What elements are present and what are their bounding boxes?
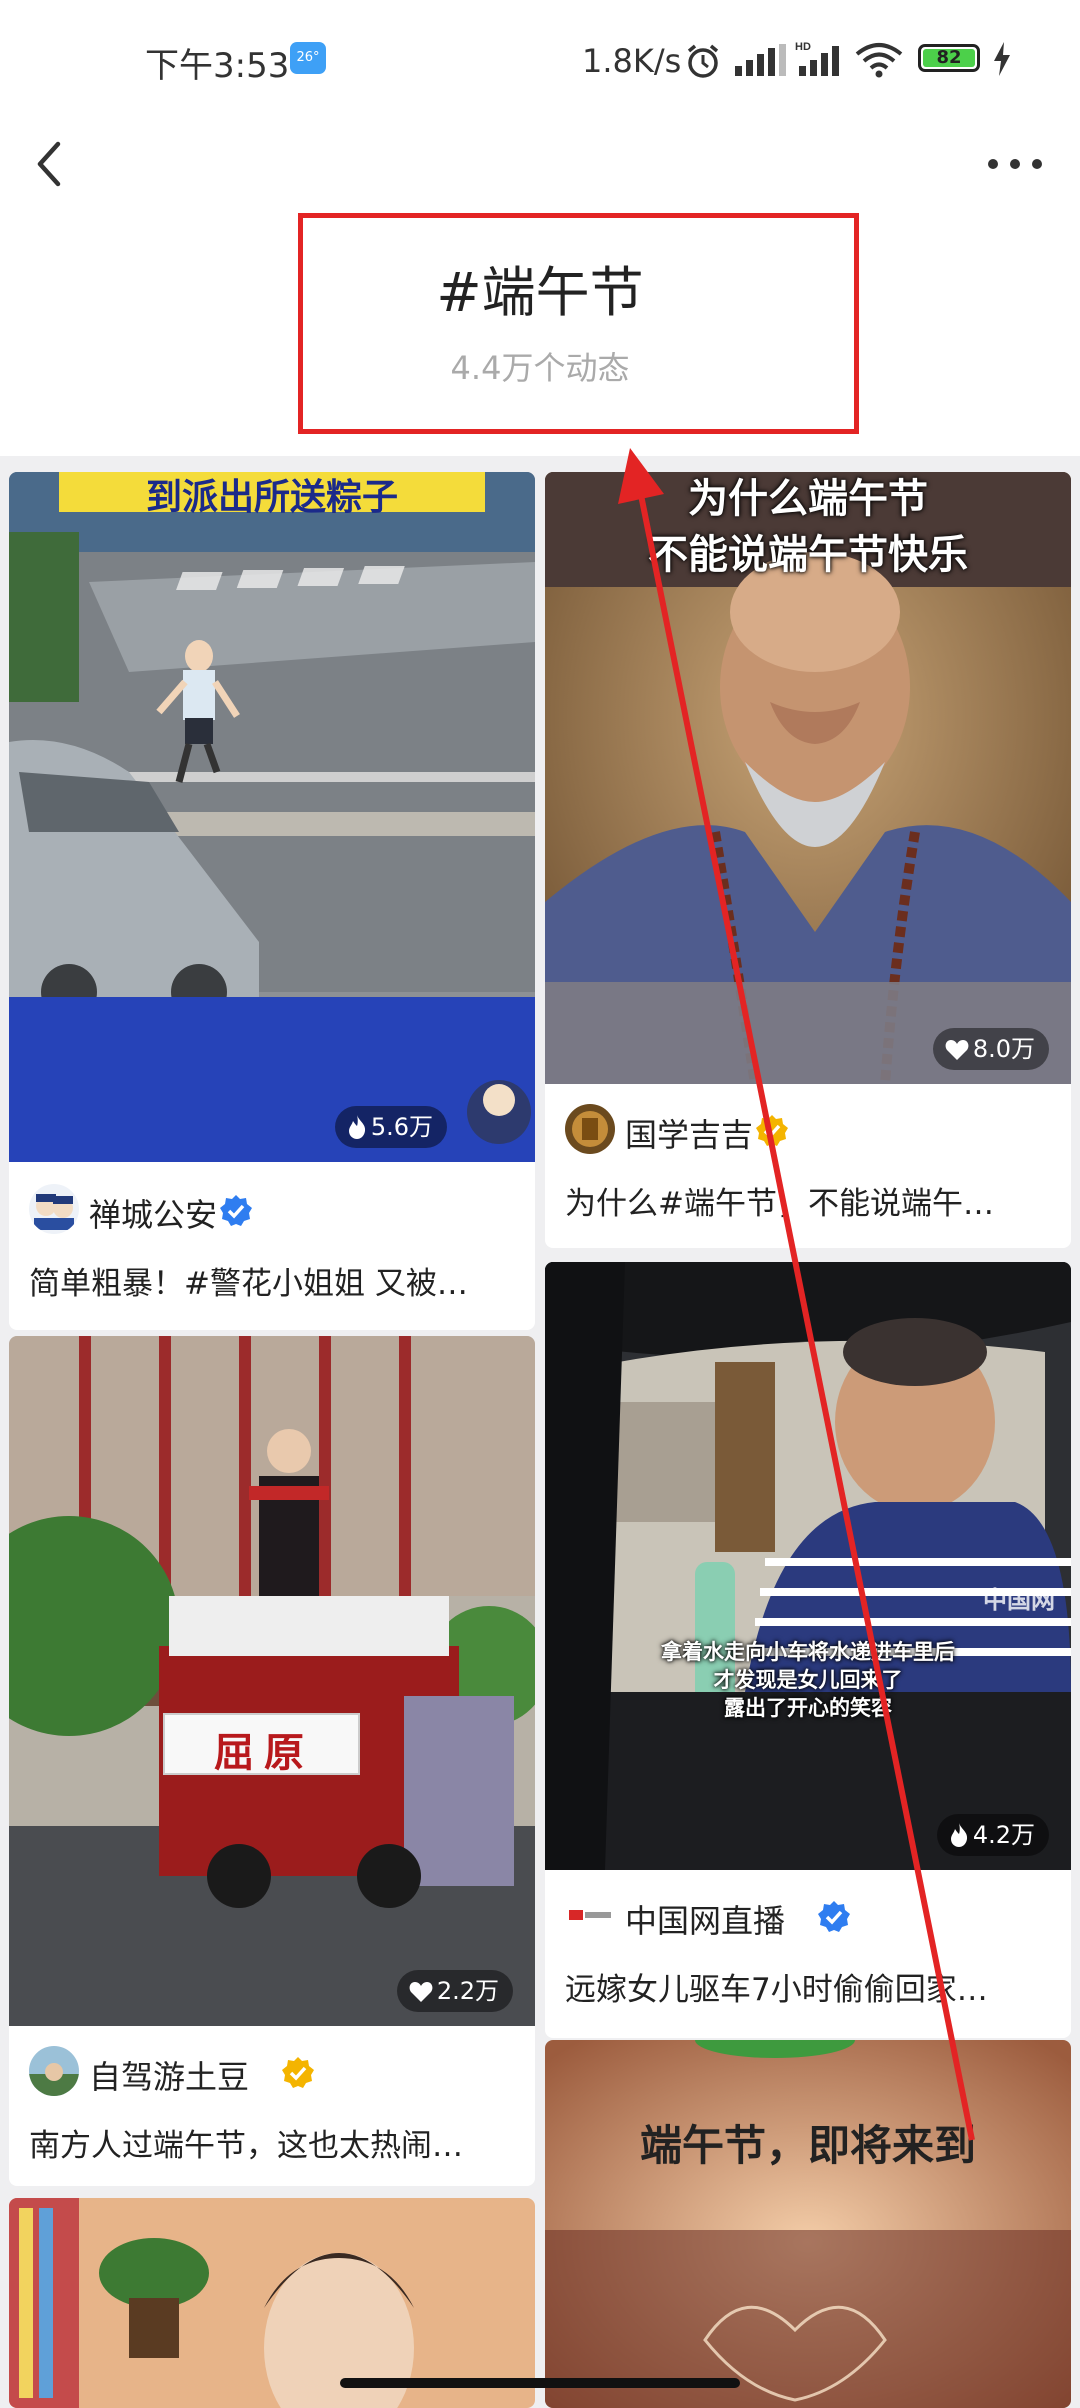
signal-hd-icon: HD (795, 41, 839, 76)
signal-icon (735, 44, 786, 76)
nav-bar (0, 120, 1080, 208)
svg-text:HD: HD (795, 41, 811, 53)
post-card[interactable]: 为什么端午节 不能说端午节快乐 8.0万 国学吉吉 为什么#端午节，不能说端午… (545, 472, 1071, 1248)
post-thumbnail-image (545, 1262, 1071, 1870)
topic-header: #端午节 4.4万个动态 (0, 208, 1080, 456)
post-card[interactable]: 拿着水走向小车将水递进车里后 才发现是女儿回来了 露出了开心的笑容 中国网 4.… (545, 1262, 1071, 2038)
like-count: 8.0万 (972, 1035, 1035, 1063)
post-description[interactable]: 远嫁女儿驱车7小时偷偷回家… (565, 1964, 1051, 2009)
heart-icon (409, 1982, 433, 2002)
post-thumbnail-image (9, 472, 535, 1162)
topic-title: #端午节 (436, 261, 644, 324)
author-name[interactable]: 禅城公安 (89, 1190, 217, 1236)
vehicle-sign: 屈原 (214, 1730, 314, 1776)
author-name[interactable]: 国学吉吉 (625, 1110, 753, 1156)
post-thumbnail[interactable]: 为什么端午节 不能说端午节快乐 8.0万 (545, 472, 1071, 1084)
author-avatar[interactable] (29, 2046, 79, 2096)
post-card[interactable]: 屈原 2.2万 自驾游土豆 南方人过端午节，这也太热闹… (9, 1336, 535, 2186)
alarm-icon (687, 44, 719, 78)
verified-badge-icon (756, 1115, 788, 1146)
post-banner-line1: 为什么端午节 (688, 476, 928, 522)
post-card[interactable] (9, 2198, 535, 2408)
verified-badge-icon (818, 1901, 850, 1932)
post-card[interactable]: 端午节，即将来到 (545, 2040, 1071, 2408)
post-thumbnail-image (9, 2198, 535, 2408)
like-count: 5.6万 (370, 1113, 433, 1141)
network-speed: 1.8K/s (582, 42, 682, 80)
flame-icon (348, 1115, 365, 1139)
post-banner-text: 到派出所送粽子 (145, 477, 398, 518)
post-description[interactable]: 南方人过端午节，这也太热闹… (29, 2120, 515, 2165)
like-count-badge: 4.2万 (936, 1814, 1049, 1856)
like-count-badge: 2.2万 (396, 1970, 513, 2012)
battery-level: 82 (923, 49, 975, 67)
author-avatar[interactable] (565, 1104, 615, 1154)
post-description[interactable]: 简单粗暴！#警花小姐姐 又被… (29, 1258, 515, 1303)
post-banner-text: 端午节，即将来到 (639, 2121, 976, 2170)
author-avatar[interactable] (29, 1184, 79, 1234)
weather-icon: 26° (290, 42, 326, 74)
back-arrow-icon[interactable] (28, 124, 88, 204)
like-count-badge: 5.6万 (334, 1106, 447, 1148)
post-thumbnail[interactable]: 到派出所送粽子 5.6万 (9, 472, 535, 1162)
status-time: 下午3:53 (145, 46, 290, 86)
author-avatar[interactable] (565, 1890, 615, 1940)
video-subtitle-line2: 才发现是女儿回来了 (713, 1668, 903, 1692)
watermark: 中国网 (983, 1586, 1055, 1614)
post-thumbnail[interactable]: 拿着水走向小车将水递进车里后 才发现是女儿回来了 露出了开心的笑容 中国网 4.… (545, 1262, 1071, 1870)
status-bar: 下午3:53 26° 1.8K/s HD 82 (0, 0, 1080, 120)
charging-icon (994, 42, 1010, 76)
post-card[interactable]: 到派出所送粽子 5.6万 禅城公安 简单粗暴！#警花小姐姐 又被… (9, 472, 535, 1330)
heart-icon (945, 1040, 969, 1060)
verified-badge-icon (220, 1195, 252, 1226)
post-thumbnail[interactable]: 屈原 2.2万 (9, 1336, 535, 2026)
video-subtitle-line3: 露出了开心的笑容 (724, 1696, 892, 1720)
flame-icon (950, 1823, 967, 1847)
author-name[interactable]: 自驾游土豆 (89, 2052, 249, 2098)
post-thumbnail-image (545, 2040, 1071, 2408)
post-thumbnail-image (9, 1336, 535, 2026)
home-indicator[interactable] (340, 2378, 740, 2388)
author-name[interactable]: 中国网直播 (625, 1896, 785, 1942)
like-count: 4.2万 (972, 1821, 1035, 1849)
post-thumbnail[interactable]: 端午节，即将来到 (545, 2040, 1071, 2408)
post-thumbnail[interactable] (9, 2198, 535, 2408)
wifi-icon (855, 43, 903, 78)
post-banner-line2: 不能说端午节快乐 (648, 532, 968, 578)
video-subtitle-line1: 拿着水走向小车将水递进车里后 (661, 1640, 955, 1664)
more-options-icon[interactable] (980, 136, 1050, 192)
post-description[interactable]: 为什么#端午节，不能说端午… (565, 1178, 1051, 1223)
verified-badge-icon (282, 2057, 314, 2088)
like-count-badge: 8.0万 (932, 1028, 1049, 1070)
like-count: 2.2万 (436, 1977, 499, 2005)
topic-post-count: 4.4万个动态 (450, 349, 630, 387)
battery-icon: 82 (918, 44, 980, 72)
